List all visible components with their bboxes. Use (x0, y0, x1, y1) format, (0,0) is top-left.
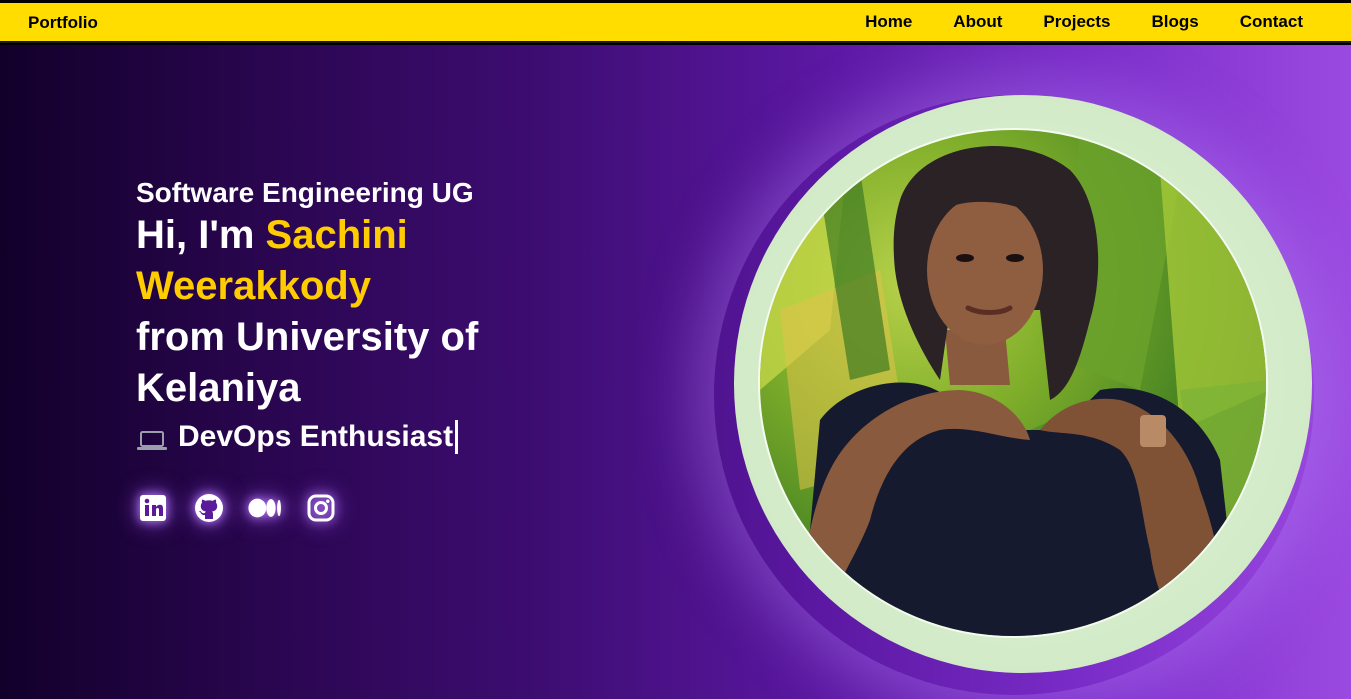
nav-links: Home About Projects Blogs Contact (865, 12, 1303, 32)
hero-headline: Hi, I'm Sachini Weerakkody (136, 210, 566, 312)
linkedin-icon[interactable] (136, 493, 170, 523)
nav-blogs[interactable]: Blogs (1151, 12, 1198, 32)
navbar: Portfolio Home About Projects Blogs Cont… (0, 3, 1351, 43)
intro-text: Software Engineering UG Hi, I'm Sachini … (136, 176, 566, 456)
profile-photo-frame (714, 95, 1314, 695)
medium-icon[interactable] (248, 493, 282, 523)
brand-link[interactable]: Portfolio (28, 13, 98, 33)
nav-about[interactable]: About (953, 12, 1002, 32)
role-text: DevOps Enthusiast (178, 420, 454, 453)
hero-section: Software Engineering UG Hi, I'm Sachini … (0, 45, 1351, 699)
typing-cursor (455, 420, 459, 454)
greeting-text: Hi, I'm (136, 213, 266, 257)
github-icon[interactable] (192, 493, 226, 523)
instagram-icon[interactable] (304, 493, 338, 523)
nav-home[interactable]: Home (865, 12, 912, 32)
nav-contact[interactable]: Contact (1240, 12, 1303, 32)
nav-projects[interactable]: Projects (1043, 12, 1110, 32)
hero-subtitle: Software Engineering UG (136, 177, 474, 208)
laptop-icon (136, 425, 168, 450)
social-links (136, 493, 338, 523)
hero-role: DevOps Enthusiast (136, 418, 566, 456)
profile-photo (758, 128, 1268, 638)
hero-university: from University of Kelaniya (136, 315, 479, 410)
